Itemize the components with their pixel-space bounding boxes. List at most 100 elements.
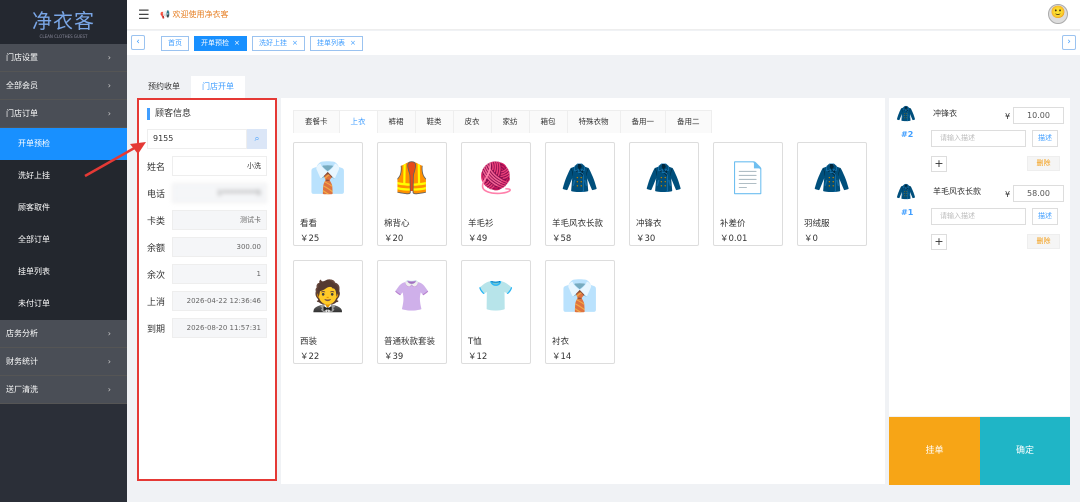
product-price: ￥30 — [636, 234, 656, 244]
menu-store-settings[interactable]: 门店设置 › — [0, 44, 127, 72]
category-tab[interactable]: 鞋类 — [415, 111, 454, 133]
menu-factory[interactable]: 送厂清洗 › — [0, 376, 127, 404]
product-image: 🧥 — [813, 160, 851, 196]
search-icon[interactable]: ⌕ — [247, 129, 267, 149]
close-icon[interactable]: × — [292, 39, 298, 47]
product-image: 🧥 — [645, 160, 683, 196]
customer-panel: 顾客信息 9155 ⌕ 姓名 小洗 电话 1**********5 卡类 测试卡 余额… — [137, 98, 277, 481]
product-name: 看看 — [300, 219, 318, 229]
chevron-right-icon: › — [107, 329, 111, 338]
category-tab[interactable]: 家纺 — [491, 111, 530, 133]
product-price: ￥12 — [468, 352, 488, 362]
item-name: 冲锋衣 — [933, 109, 957, 118]
category-tab[interactable]: 特殊衣物 — [567, 111, 621, 133]
product-image: 📄 — [729, 160, 767, 196]
category-tab[interactable]: 裤裙 — [377, 111, 416, 133]
product-image: 👚 — [393, 278, 431, 314]
item-price-input[interactable]: 58.00 — [1013, 185, 1064, 202]
product-image: 🧥 — [561, 160, 599, 196]
product-card[interactable]: 🤵 西装 ￥22 — [293, 260, 363, 364]
product-name: 羽绒服 — [804, 219, 830, 229]
order-item: 🧥 #2 冲锋衣 ¥10.00 请输入描述 描述 + 删除 — [895, 104, 1064, 182]
chevron-right-icon: › — [107, 357, 111, 366]
chevron-right-icon: › — [107, 385, 111, 394]
submenu-washed[interactable]: 洗好上挂 — [0, 160, 127, 192]
description-button[interactable]: 描述 — [1032, 130, 1058, 147]
submenu-open-order[interactable]: 开单预检 — [0, 128, 127, 160]
category-tab[interactable]: 箱包 — [529, 111, 568, 133]
product-price: ￥58 — [552, 234, 572, 244]
confirm-button[interactable]: 确定 — [980, 417, 1070, 485]
tabs-prev-button[interactable]: ‹ — [131, 35, 145, 50]
menu-finance[interactable]: 财务统计 › — [0, 348, 127, 376]
avatar[interactable]: 🙂 — [1048, 4, 1068, 24]
product-card[interactable]: 👕 T恤 ￥12 — [461, 260, 531, 364]
menu-toggle-icon[interactable]: ☰ — [138, 8, 150, 23]
product-card[interactable]: 🧥 冲锋衣 ￥30 — [629, 142, 699, 246]
expire-field: 2026-08-20 11:57:31 — [172, 318, 267, 338]
category-tab[interactable]: 备用一 — [620, 111, 666, 133]
description-button[interactable]: 描述 — [1032, 208, 1058, 225]
plus-icon[interactable]: + — [931, 156, 947, 172]
name-field[interactable]: 小洗 — [172, 156, 267, 176]
product-card[interactable]: 👔 看看 ￥25 — [293, 142, 363, 246]
tab-washed[interactable]: 洗好上挂 × — [252, 36, 305, 51]
submenu-unpaid[interactable]: 未付订单 — [0, 288, 127, 320]
menu-all-members[interactable]: 全部会员 › — [0, 72, 127, 100]
product-card[interactable]: 🦺 棉背心 ￥20 — [377, 142, 447, 246]
menu-store-orders[interactable]: 门店订单 › — [0, 100, 127, 128]
delete-button[interactable]: 删除 — [1027, 156, 1060, 171]
product-card[interactable]: 🧥 羽绒服 ￥0 — [797, 142, 867, 246]
product-card[interactable]: 🧥 羊毛风衣长款 ￥58 — [545, 142, 615, 246]
product-name: 衬衣 — [552, 337, 570, 347]
menu-analysis[interactable]: 店务分析 › — [0, 320, 127, 348]
product-card[interactable]: 📄 补差价 ￥0.01 — [713, 142, 783, 246]
product-name: 羊毛风衣长款 — [552, 219, 604, 229]
remaining-times-field: 1 — [172, 264, 267, 284]
product-card[interactable]: 🧶 羊毛衫 ￥49 — [461, 142, 531, 246]
product-image: 🧶 — [477, 160, 515, 196]
product-price: ￥49 — [468, 234, 488, 244]
category-tab[interactable]: 皮衣 — [453, 111, 492, 133]
customer-search-input[interactable]: 9155 — [147, 129, 247, 149]
product-image: 👕 — [477, 278, 515, 314]
tab-store-order[interactable]: 门店开单 — [191, 76, 245, 98]
tab-hang-list[interactable]: 挂单列表 × — [310, 36, 363, 51]
description-input[interactable]: 请输入描述 — [931, 208, 1026, 225]
close-icon[interactable]: × — [350, 39, 356, 47]
delete-button[interactable]: 删除 — [1027, 234, 1060, 249]
product-price: ￥20 — [384, 234, 404, 244]
product-card[interactable]: 👚 普通秋款套装 ￥39 — [377, 260, 447, 364]
product-card[interactable]: 👔 衬衣 ￥14 — [545, 260, 615, 364]
product-name: 冲锋衣 — [636, 219, 662, 229]
item-thumbnail: 🧥 — [896, 182, 916, 201]
chevron-right-icon: › — [107, 53, 111, 62]
currency-symbol: ¥ — [1005, 112, 1011, 121]
header: ☰ 📢 欢迎使用净衣客 🙂 — [127, 0, 1080, 30]
chevron-up-icon: › — [107, 109, 111, 118]
product-name: 棉背心 — [384, 219, 410, 229]
category-tab[interactable]: 备用二 — [666, 111, 711, 133]
item-price-input[interactable]: 10.00 — [1013, 107, 1064, 124]
hang-order-button[interactable]: 挂单 — [889, 417, 980, 485]
last-consume-field: 2026-04-22 12:36:46 — [172, 291, 267, 311]
tab-open-order[interactable]: 开单预检 × — [194, 36, 247, 51]
submenu-all-orders[interactable]: 全部订单 — [0, 224, 127, 256]
tabs-next-button[interactable]: › — [1062, 35, 1076, 50]
close-icon[interactable]: × — [234, 39, 240, 47]
balance-field: 300.00 — [172, 237, 267, 257]
submenu-hang-list[interactable]: 挂单列表 — [0, 256, 127, 288]
product-image: 🤵 — [309, 278, 347, 314]
product-image: 🦺 — [393, 160, 431, 196]
tab-reservation[interactable]: 预约收单 — [137, 76, 191, 98]
item-number: #1 — [901, 208, 914, 217]
order-items-panel: 🧥 #2 冲锋衣 ¥10.00 请输入描述 描述 + 删除 🧥 #1 羊毛风衣长款 ¥58.00 请输入… — [889, 98, 1070, 416]
submenu-pickup[interactable]: 顾客取件 — [0, 192, 127, 224]
category-tab[interactable]: 套餐卡 — [294, 111, 340, 133]
category-tabs: 套餐卡 上衣 裤裙 鞋类 皮衣 家纺 箱包 特殊衣物 备用一 备用二 — [293, 110, 712, 133]
description-input[interactable]: 请输入描述 — [931, 130, 1026, 147]
tab-home[interactable]: 首页 — [161, 36, 189, 51]
plus-icon[interactable]: + — [931, 234, 947, 250]
sidebar: 净衣客 CLEAN CLOTHES GUEST 门店设置 › 全部会员 › 门店订单 ›… — [0, 0, 127, 502]
category-tab[interactable]: 上衣 — [339, 111, 378, 133]
